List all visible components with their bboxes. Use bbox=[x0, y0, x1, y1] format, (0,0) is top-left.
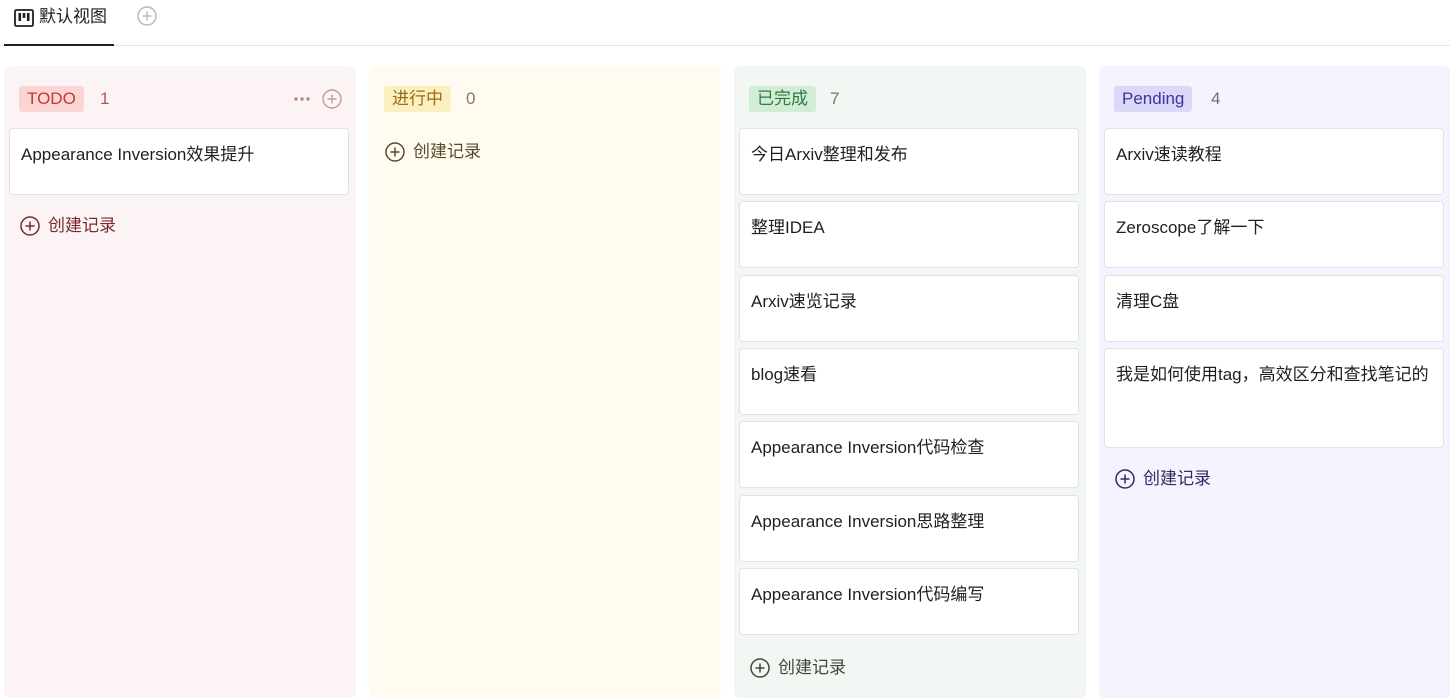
plus-circle-icon bbox=[750, 658, 770, 678]
tab-default-view-label: 默认视图 bbox=[39, 7, 107, 26]
status-tag: Pending bbox=[1114, 86, 1193, 112]
column-header: TODO 1 bbox=[4, 86, 356, 112]
card-count: 4 bbox=[1211, 89, 1221, 108]
card-title: Zeroscope了解一下 bbox=[1116, 218, 1265, 237]
card[interactable]: Appearance Inversion思路整理 bbox=[739, 495, 1079, 562]
kanban-icon bbox=[14, 9, 34, 27]
view-tab-bar: 默认视图 bbox=[0, 0, 1450, 46]
create-record-label: 创建记录 bbox=[413, 142, 481, 161]
card[interactable]: 清理C盘 bbox=[1104, 275, 1444, 342]
card-title: Appearance Inversion代码编写 bbox=[751, 585, 985, 604]
card[interactable]: Appearance Inversion代码检查 bbox=[739, 421, 1079, 488]
add-card-icon[interactable] bbox=[321, 88, 343, 110]
plus-circle-icon bbox=[385, 142, 405, 162]
card-count: 0 bbox=[466, 89, 476, 108]
card-title: blog速看 bbox=[751, 365, 818, 384]
card[interactable]: Zeroscope了解一下 bbox=[1104, 201, 1444, 268]
status-tag: 进行中 bbox=[384, 86, 451, 112]
card-title: 今日Arxiv整理和发布 bbox=[751, 145, 908, 164]
more-options-icon[interactable] bbox=[292, 89, 312, 109]
add-view-icon[interactable] bbox=[136, 5, 158, 27]
board-column-in-progress: 进行中 0 创建记录 bbox=[369, 66, 721, 698]
tab-default-view[interactable]: 默认视图 bbox=[4, 0, 114, 46]
card[interactable]: Appearance Inversion代码编写 bbox=[739, 568, 1079, 635]
board-column-done: 已完成 7 今日Arxiv整理和发布 整理IDEA Arxiv速览记录 blog… bbox=[734, 66, 1086, 698]
board-column-pending: Pending 4 Arxiv速读教程 Zeroscope了解一下 清理C盘 我… bbox=[1099, 66, 1450, 698]
card[interactable]: 我是如何使用tag，高效区分和查找笔记的 bbox=[1104, 348, 1444, 448]
card[interactable]: 整理IDEA bbox=[739, 201, 1079, 268]
card[interactable]: Appearance Inversion效果提升 bbox=[9, 128, 349, 195]
board-column-todo: TODO 1 Appearance Inversion效果提升 创建记录 bbox=[4, 66, 356, 698]
card-count: 7 bbox=[830, 89, 840, 108]
status-tag: 已完成 bbox=[749, 86, 816, 112]
card[interactable]: Arxiv速读教程 bbox=[1104, 128, 1444, 195]
create-record-label: 创建记录 bbox=[778, 658, 846, 677]
card[interactable]: Arxiv速览记录 bbox=[739, 275, 1079, 342]
card-count: 1 bbox=[100, 89, 110, 108]
card[interactable]: blog速看 bbox=[739, 348, 1079, 415]
column-header: 进行中 0 bbox=[369, 86, 721, 112]
create-record-label: 创建记录 bbox=[1143, 469, 1211, 488]
card-title: 清理C盘 bbox=[1116, 292, 1180, 311]
card-title: Appearance Inversion代码检查 bbox=[751, 438, 985, 457]
card-title: 整理IDEA bbox=[751, 218, 825, 237]
card-title: Appearance Inversion思路整理 bbox=[751, 512, 985, 531]
column-header: 已完成 7 bbox=[734, 86, 1086, 112]
card-title: 我是如何使用tag，高效区分和查找笔记的 bbox=[1116, 365, 1429, 384]
column-header: Pending 4 bbox=[1099, 86, 1450, 112]
plus-circle-icon bbox=[1115, 469, 1135, 489]
plus-circle-icon bbox=[20, 216, 40, 236]
create-record-label: 创建记录 bbox=[48, 216, 116, 235]
status-tag: TODO bbox=[19, 86, 84, 112]
card-title: Arxiv速览记录 bbox=[751, 292, 857, 311]
card-title: Arxiv速读教程 bbox=[1116, 145, 1222, 164]
card-title: Appearance Inversion效果提升 bbox=[21, 145, 255, 164]
card[interactable]: 今日Arxiv整理和发布 bbox=[739, 128, 1079, 195]
